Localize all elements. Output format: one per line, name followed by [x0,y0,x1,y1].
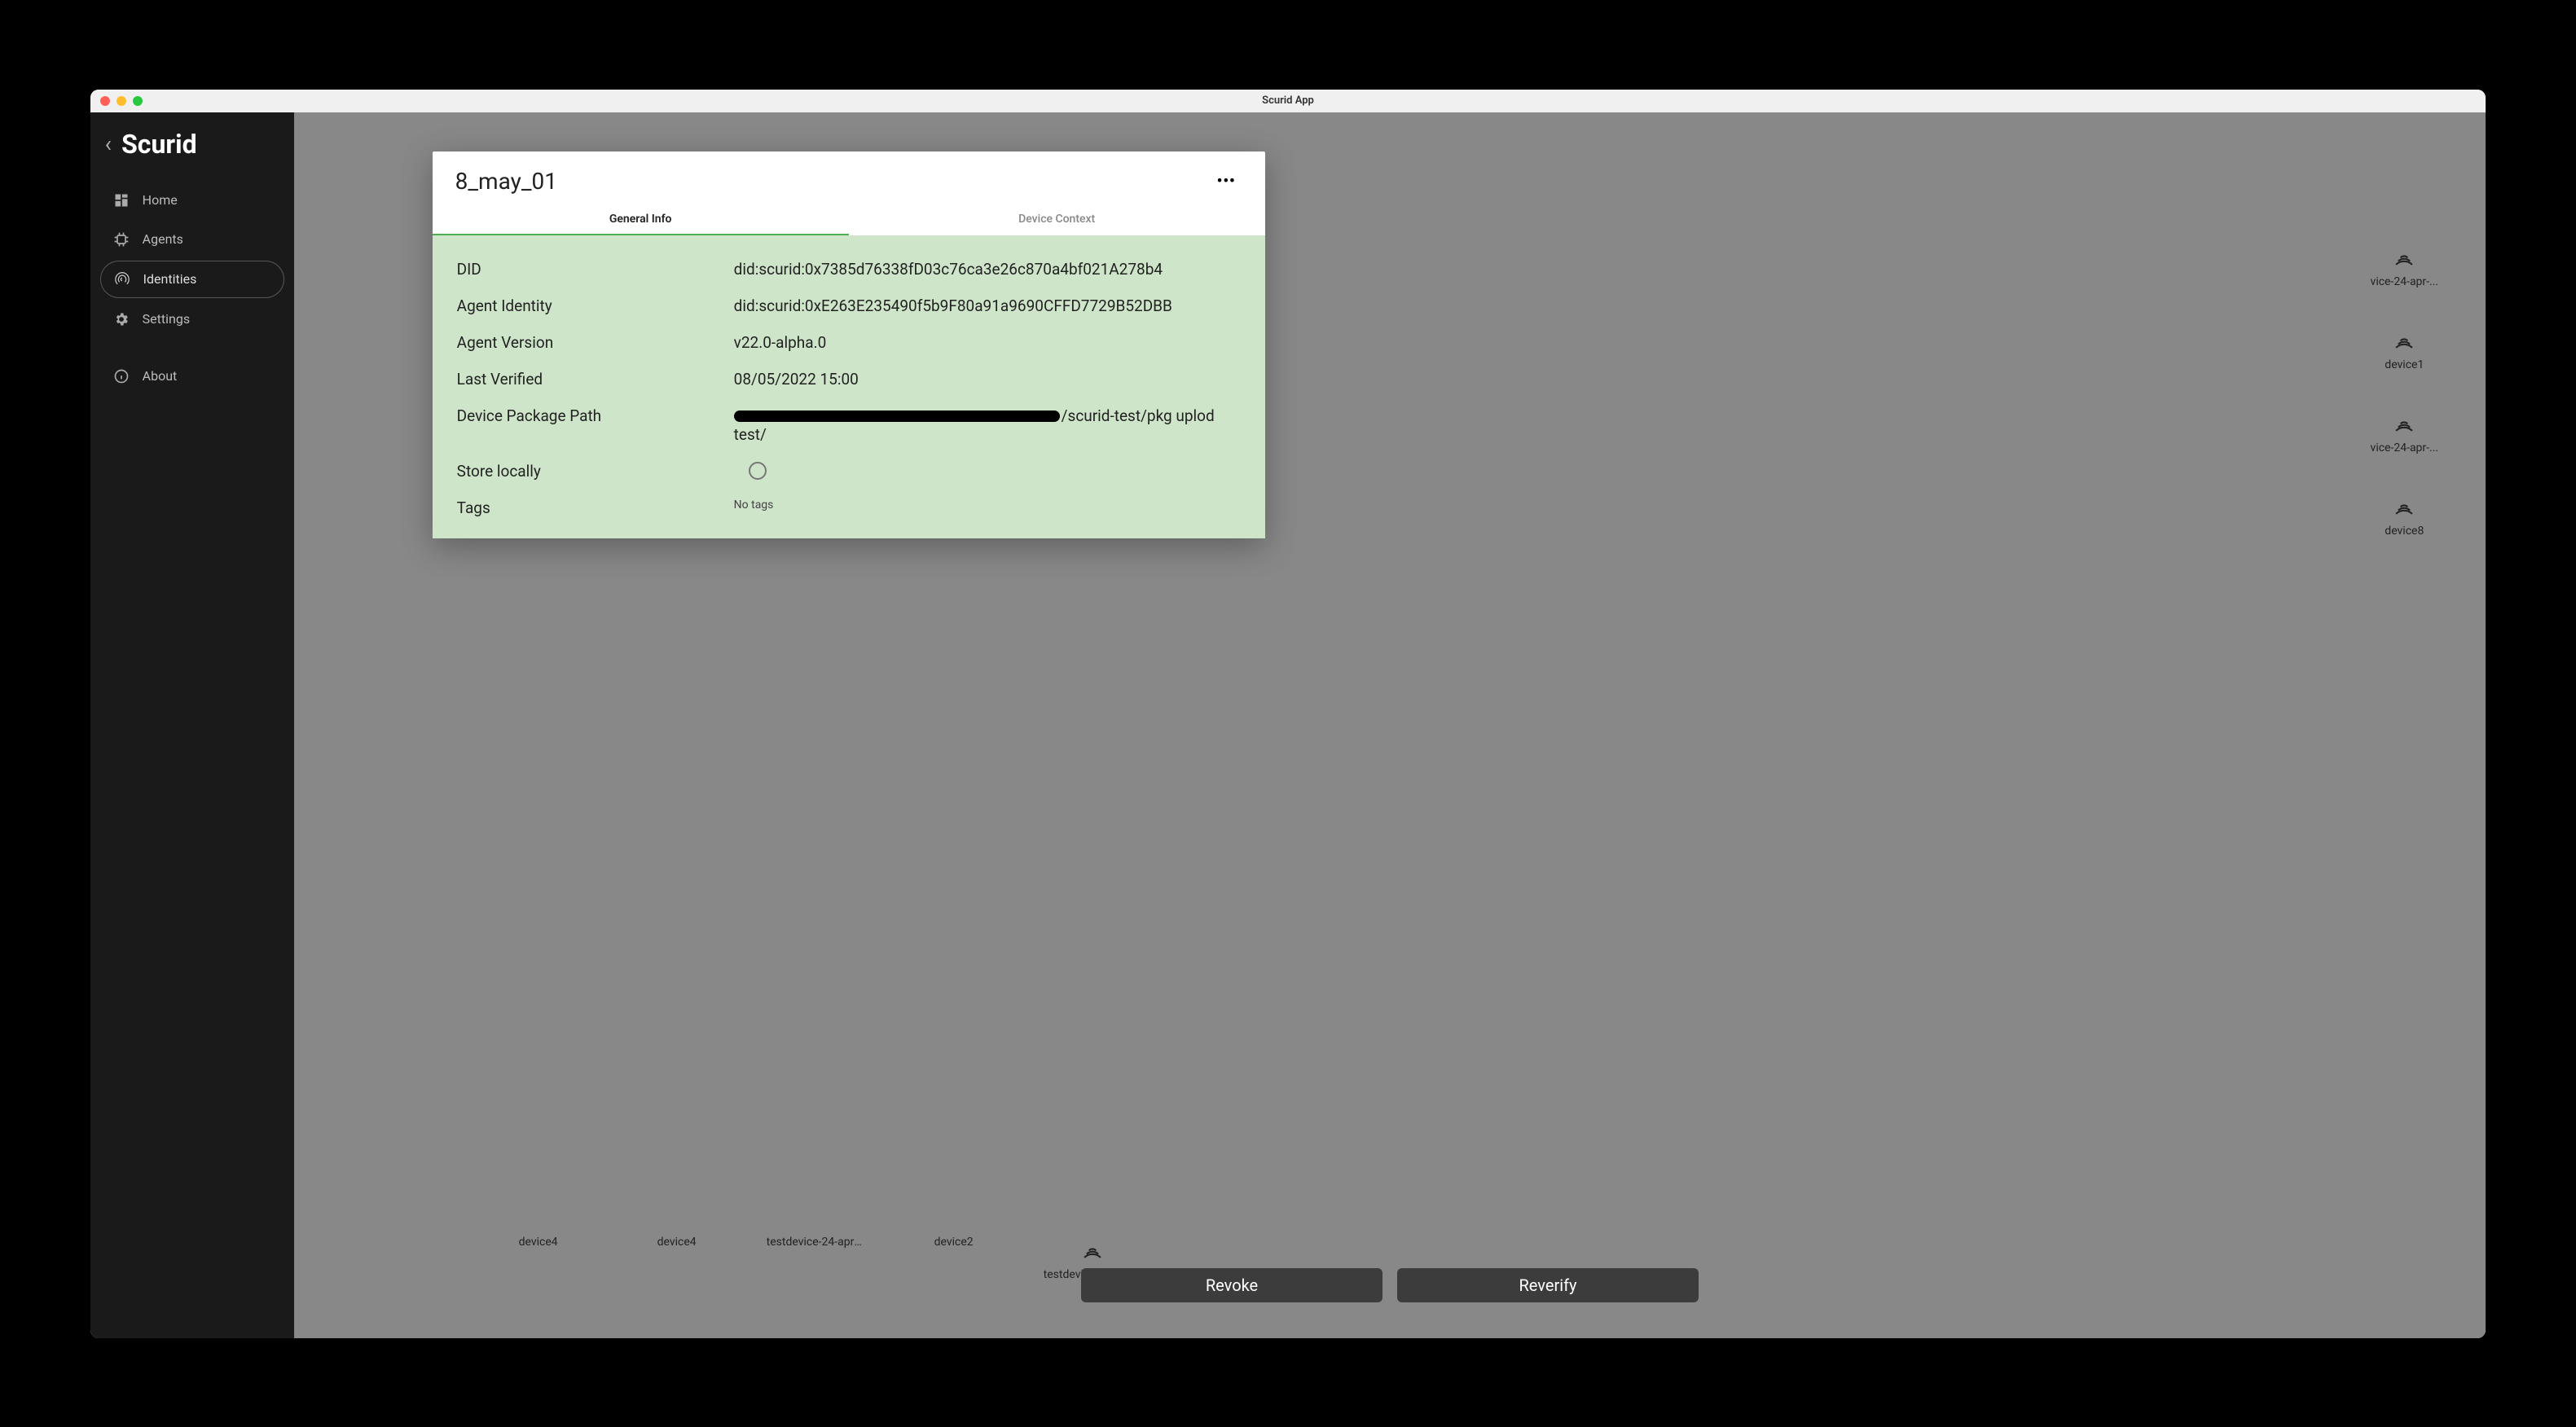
close-window-button[interactable] [100,96,110,106]
row-tags: Tags No tags [457,498,1241,517]
maximize-window-button[interactable] [133,96,143,106]
identity-item[interactable]: device8 [2355,492,2453,538]
value-tags: No tags [734,498,1241,512]
value-did: did:scurid:0x7385d76338fD03c76ca3e26c870… [734,260,1241,279]
value-agent-identity: did:scurid:0xE263E235490f5b9F80a91a9690C… [734,296,1241,315]
sidebar-item-about[interactable]: About [100,358,284,394]
label-agent-identity: Agent Identity [457,296,734,315]
tab-device-context[interactable]: Device Context [849,203,1265,235]
sidebar-item-settings[interactable]: Settings [100,301,284,337]
value-store-locally [734,462,1241,480]
modal-body: DID did:scurid:0x7385d76338fD03c76ca3e26… [433,235,1265,538]
identity-label: device4 [519,1236,558,1249]
sidebar-item-identities[interactable]: Identities [100,261,284,298]
window-title: Scurid App [1262,94,1314,107]
nav-list: Home Agents Identities [90,182,294,394]
brand-row: ‹ Scurid [90,129,294,182]
identity-item[interactable]: vice-24-apr-... [2355,243,2453,288]
identity-detail-modal: 8_may_01 ••• General Info Device Context… [433,151,1265,538]
more-options-icon[interactable]: ••• [1211,169,1242,193]
modal-header: 8_may_01 ••• [433,151,1265,203]
label-device-package-path: Device Package Path [457,406,734,425]
traffic-lights [100,96,143,106]
reverify-button[interactable]: Reverify [1397,1268,1699,1302]
main-area: vice-24-apr-... device1 vice-24-apr-... … [294,112,2486,1338]
identity-item[interactable]: device1 [2355,326,2453,371]
sidebar: ‹ Scurid Home Agents [90,112,294,1338]
back-chevron-icon[interactable]: ‹ [105,130,112,157]
minimize-window-button[interactable] [116,96,126,106]
app-window: Scurid App ‹ Scurid Home Agents [90,90,2486,1338]
row-last-verified: Last Verified 08/05/2022 15:00 [457,370,1241,389]
row-agent-identity: Agent Identity did:scurid:0xE263E235490f… [457,296,1241,315]
identity-item[interactable]: device4 [628,1236,726,1281]
fingerprint-icon [114,271,130,288]
identity-label: device4 [657,1236,697,1249]
label-agent-version: Agent Version [457,333,734,352]
dashboard-icon [113,192,130,209]
identity-label: vice-24-apr-... [2371,275,2439,288]
value-device-package-path: /scurid-test/pkg uplod test/ [734,406,1241,444]
label-last-verified: Last Verified [457,370,734,389]
identity-label: device8 [2385,525,2424,538]
modal-tabs: General Info Device Context [433,203,1265,235]
label-store-locally: Store locally [457,462,734,481]
info-icon [113,368,130,384]
chip-icon [113,231,130,248]
identity-label: testdevice-24-apr-... [767,1236,864,1249]
redacted-path-segment [734,411,1060,422]
identity-label: device1 [2385,358,2424,371]
sidebar-item-label: Identities [143,271,197,287]
sidebar-item-agents[interactable]: Agents [100,222,284,257]
row-device-package-path: Device Package Path /scurid-test/pkg upl… [457,406,1241,444]
sidebar-item-label: About [143,368,178,384]
sidebar-item-label: Home [143,192,178,208]
row-agent-version: Agent Version v22.0-alpha.0 [457,333,1241,352]
identity-item[interactable]: vice-24-apr-... [2355,409,2453,454]
identity-item[interactable]: device2 [905,1236,1003,1281]
identity-item[interactable]: device4 [490,1236,587,1281]
row-store-locally: Store locally [457,462,1241,481]
modal-title: 8_may_01 [455,168,557,195]
identity-label: vice-24-apr-... [2371,441,2439,454]
revoke-button[interactable]: Revoke [1081,1268,1383,1302]
value-last-verified: 08/05/2022 15:00 [734,370,1241,389]
label-tags: Tags [457,498,734,517]
sidebar-item-label: Agents [143,231,183,247]
tab-general-info[interactable]: General Info [433,203,849,235]
store-locally-radio[interactable] [749,462,767,480]
gear-icon [113,311,130,327]
sidebar-item-label: Settings [143,311,190,327]
label-did: DID [457,260,734,279]
brand-name: Scurid [121,129,197,160]
app-body: ‹ Scurid Home Agents [90,112,2486,1338]
row-did: DID did:scurid:0x7385d76338fD03c76ca3e26… [457,260,1241,279]
value-agent-version: v22.0-alpha.0 [734,333,1241,352]
titlebar: Scurid App [90,90,2486,112]
action-row: Revoke Reverify [1081,1254,1699,1302]
identity-item[interactable]: testdevice-24-apr-... [767,1236,864,1281]
identity-label: device2 [934,1236,974,1249]
sidebar-item-home[interactable]: Home [100,182,284,218]
